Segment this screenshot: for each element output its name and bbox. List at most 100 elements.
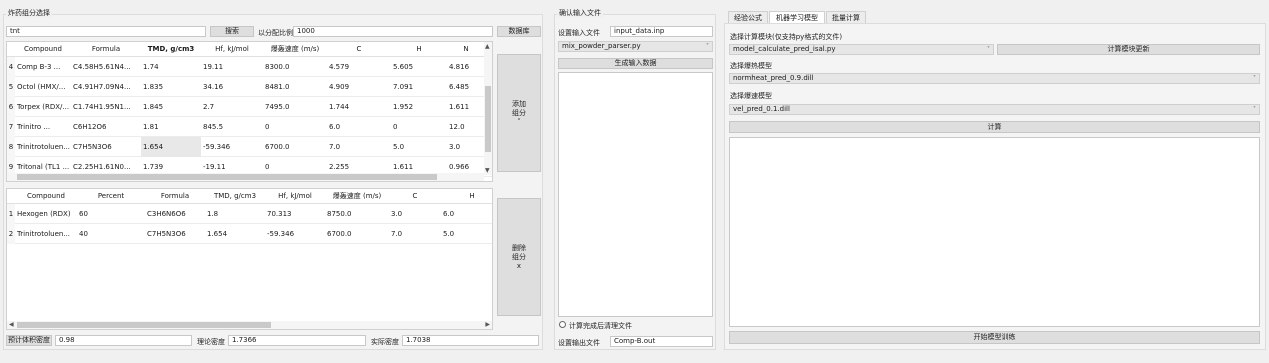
scroll-left-icon[interactable]: ◀ (9, 321, 14, 328)
table-cell[interactable]: 8750.0 (325, 204, 389, 224)
table-cell[interactable]: -59.346 (265, 224, 325, 244)
table-cell[interactable]: Hexogen (RDX) (15, 204, 77, 224)
velocity-model-select[interactable]: vel_pred_0.1.dill ˅ (729, 104, 1260, 115)
col-header[interactable]: Compound (15, 189, 77, 204)
theoretical-density-input[interactable]: 1.7366 (228, 335, 366, 346)
table-cell[interactable]: 5.605 (391, 57, 447, 77)
row-number[interactable]: 5 (7, 77, 15, 97)
col-header[interactable]: H (391, 42, 447, 57)
add-component-button[interactable]: 添加 组分 ˅ (497, 54, 541, 172)
scroll-down-icon[interactable]: ▼ (485, 167, 490, 174)
table-cell[interactable]: -59.346 (201, 137, 263, 157)
table-cell[interactable]: C7H5N3O6 (145, 224, 205, 244)
table-cell[interactable]: 60 (77, 204, 145, 224)
scroll-thumb[interactable] (485, 86, 491, 152)
table-row[interactable]: 5 Octol (HMX/... C4.91H7.09N4... 1.835 34.16… (7, 77, 492, 97)
col-header[interactable]: Hf, kJ/mol (201, 42, 263, 57)
table-cell[interactable]: Trinitrotoluen... (15, 224, 77, 244)
table-cell[interactable]: 7495.0 (263, 97, 327, 117)
table-cell[interactable]: Comp B-3 ... (15, 57, 71, 77)
compound-database-table[interactable]: Compound Formula TMD, g/cm3 Hf, kJ/mol 爆… (6, 41, 493, 182)
table-cell[interactable]: Trinitro ... (15, 117, 71, 137)
table-cell[interactable]: Octol (HMX/... (15, 77, 71, 97)
scroll-right-icon[interactable]: ▶ (485, 321, 490, 328)
row-number[interactable]: 7 (7, 117, 15, 137)
row-number[interactable]: 2 (7, 224, 15, 244)
actual-density-input[interactable]: 1.7038 (402, 335, 539, 346)
table-cell[interactable]: 2.7 (201, 97, 263, 117)
tab-machine-learning[interactable]: 机器学习模型 (769, 11, 825, 23)
start-training-button[interactable]: 开始模型训练 (729, 331, 1260, 344)
search-input[interactable]: tnt (6, 26, 206, 37)
table-cell[interactable]: 6.485 (447, 77, 485, 97)
table-cell[interactable]: 1.74 (141, 57, 201, 77)
col-header[interactable]: Compound (15, 42, 71, 57)
search-button[interactable]: 搜索 (210, 26, 254, 37)
table-cell[interactable]: 1.744 (327, 97, 391, 117)
row-number[interactable]: 4 (7, 57, 15, 77)
estimated-bulk-density-button[interactable]: 预计体积密度 (6, 335, 52, 346)
table-cell[interactable]: 6700.0 (263, 137, 327, 157)
table-cell[interactable]: Torpex (RDX/... (15, 97, 71, 117)
col-header[interactable]: Formula (71, 42, 141, 57)
calculate-button[interactable]: 计算 (729, 121, 1260, 133)
table-cell[interactable]: 5.0 (441, 224, 492, 244)
tab-batch[interactable]: 批量计算 (826, 11, 866, 23)
table-cell[interactable]: 12.0 (447, 117, 485, 137)
table-cell[interactable]: 8481.0 (263, 77, 327, 97)
table-cell[interactable]: 70.313 (265, 204, 325, 224)
table-cell[interactable]: 0 (391, 117, 447, 137)
table-cell[interactable]: C4.58H5.61N4... (71, 57, 141, 77)
col-header[interactable]: 爆轰速度 (m/s) (325, 189, 389, 204)
row-number[interactable]: 8 (7, 137, 15, 157)
col-header[interactable]: C (327, 42, 391, 57)
table-cell[interactable]: 7.0 (327, 137, 391, 157)
table-cell[interactable]: 7.091 (391, 77, 447, 97)
col-header[interactable]: TMD, g/cm3 (141, 42, 201, 57)
table-row[interactable]: 4 Comp B-3 ... C4.58H5.61N4... 1.74 19.11 830… (7, 57, 492, 77)
table-cell[interactable]: 6700.0 (325, 224, 389, 244)
ratio-input[interactable]: 1000 (293, 26, 493, 37)
col-header[interactable]: N (447, 42, 485, 57)
database-button[interactable]: 数据库 (497, 26, 541, 37)
mixture-components-table[interactable]: Compound Percent Formula TMD, g/cm3 Hf, … (6, 188, 493, 330)
scroll-thumb[interactable] (17, 174, 437, 180)
vertical-scrollbar[interactable]: ▲ ▼ (484, 42, 492, 175)
table-cell[interactable]: 1.845 (141, 97, 201, 117)
tab-empirical[interactable]: 经验公式 (728, 11, 768, 23)
table-cell[interactable]: 1.835 (141, 77, 201, 97)
table-row[interactable]: 8 Trinitrotoluen... C7H5N3O6 1.654 -59.346 67… (7, 137, 492, 157)
table-cell[interactable]: 845.5 (201, 117, 263, 137)
table-cell[interactable]: 40 (77, 224, 145, 244)
table-cell[interactable]: C4.91H7.09N4... (71, 77, 141, 97)
table-cell[interactable]: 1.81 (141, 117, 201, 137)
horizontal-scrollbar[interactable]: ◀ ▶ (7, 321, 492, 329)
table-row[interactable]: 2 Trinitrotoluen... 40 C7H5N3O6 1.654 -59.346… (7, 224, 492, 244)
table-cell[interactable]: 19.11 (201, 57, 263, 77)
table-cell[interactable]: 0 (263, 117, 327, 137)
col-header[interactable]: 爆轰速度 (m/s) (263, 42, 327, 57)
table-cell[interactable]: 5.0 (391, 137, 447, 157)
table-cell[interactable]: 6.0 (327, 117, 391, 137)
col-header[interactable]: TMD, g/cm3 (205, 189, 265, 204)
table-cell[interactable]: C1.74H1.95N1... (71, 97, 141, 117)
row-number[interactable]: 6 (7, 97, 15, 117)
generate-input-button[interactable]: 生成输入数据 (558, 58, 713, 69)
table-cell[interactable]: 1.654 (205, 224, 265, 244)
heat-model-select[interactable]: normheat_pred_0.9.dill ˅ (729, 73, 1260, 84)
update-module-button[interactable]: 计算模块更新 (997, 44, 1260, 55)
table-row[interactable]: 6 Torpex (RDX/... C1.74H1.95N1... 1.845 2.7 7… (7, 97, 492, 117)
col-header[interactable]: Hf, kJ/mol (265, 189, 325, 204)
parser-select[interactable]: mix_powder_parser.py ˅ (558, 41, 713, 52)
table-cell[interactable]: 4.816 (447, 57, 485, 77)
scroll-thumb[interactable] (17, 322, 271, 328)
horizontal-scrollbar[interactable] (7, 173, 484, 181)
table-cell[interactable]: 8300.0 (263, 57, 327, 77)
table-cell[interactable]: 4.579 (327, 57, 391, 77)
table-cell[interactable]: 1.654 (141, 137, 201, 157)
table-cell[interactable]: 34.16 (201, 77, 263, 97)
input-file-field[interactable]: input_data.inp (610, 26, 713, 37)
table-cell[interactable]: C7H5N3O6 (71, 137, 141, 157)
table-cell[interactable]: Trinitrotoluen... (15, 137, 71, 157)
result-output-area[interactable] (729, 137, 1260, 327)
